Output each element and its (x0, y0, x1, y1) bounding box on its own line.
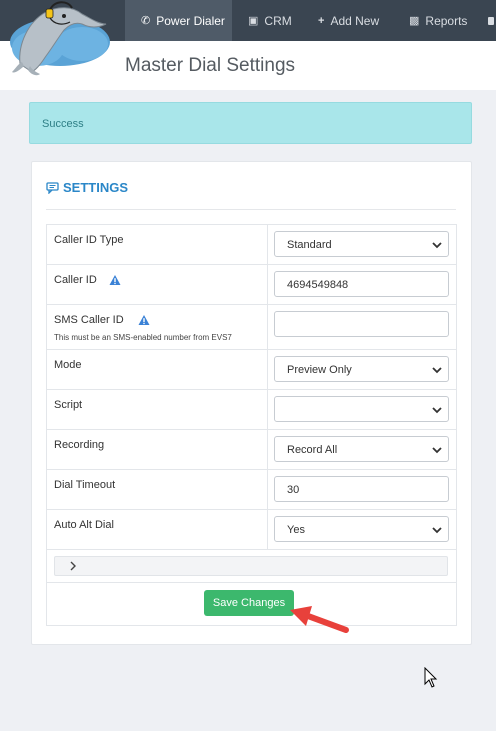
row-dial-timeout: Dial Timeout 30 (47, 470, 456, 510)
book-icon: ▣ (248, 15, 259, 27)
chevron-down-icon (432, 367, 442, 374)
annotation-arrow-icon (290, 606, 349, 633)
nav-label: Power Dialer (156, 13, 225, 28)
plus-icon: + (318, 14, 325, 27)
settings-table: Caller ID Type Standard Caller ID 469454… (46, 224, 457, 626)
row-label: Auto Alt Dial (54, 519, 114, 531)
sms-caller-id-input[interactable] (274, 311, 449, 337)
caller-id-type-select[interactable]: Standard (274, 231, 449, 257)
row-caller-id-type: Caller ID Type Standard (47, 225, 456, 265)
row-expander (47, 550, 456, 583)
row-save: Save Changes (47, 583, 456, 626)
warning-icon[interactable] (138, 314, 150, 326)
row-label: Dial Timeout (54, 479, 116, 491)
auto-alt-dial-select[interactable]: Yes (274, 516, 449, 542)
nav-label: Reports (425, 13, 468, 28)
chevron-right-icon (70, 561, 76, 571)
save-changes-button[interactable]: Save Changes (204, 590, 294, 616)
nav-crm[interactable]: ▣ CRM (248, 0, 292, 41)
chevron-down-icon (432, 527, 442, 534)
page-title: Master Dial Settings (125, 55, 296, 76)
mouse-cursor-icon (424, 667, 438, 688)
row-label: Mode (54, 359, 82, 371)
row-sms-caller-id: SMS Caller ID This must be an SMS-enable… (47, 305, 456, 350)
row-label: Caller ID (54, 274, 97, 286)
nav-add-new[interactable]: + Add New (318, 0, 379, 41)
row-label: SMS Caller ID (54, 314, 124, 326)
warning-icon[interactable] (109, 274, 121, 286)
alert-text: Success (42, 118, 84, 130)
nav-reports[interactable]: ▩ Reports (409, 0, 467, 41)
mode-select[interactable]: Preview Only (274, 356, 449, 382)
phone-icon: ✆ (141, 15, 151, 27)
advanced-expander[interactable] (54, 556, 448, 576)
report-icon: ▩ (409, 15, 420, 27)
chevron-down-icon (432, 242, 442, 249)
row-label: Recording (54, 439, 105, 451)
chevron-down-icon (432, 407, 442, 414)
row-label: Script (54, 399, 83, 411)
row-caller-id: Caller ID 4694549848 (47, 265, 456, 305)
row-mode: Mode Preview Only (47, 350, 456, 390)
dolphin-logo[interactable] (2, 0, 114, 78)
comment-icon (46, 181, 59, 194)
chevron-down-icon (432, 447, 442, 454)
success-alert: Success (29, 102, 472, 144)
row-recording: Recording Record All (47, 430, 456, 470)
nav-label: CRM (264, 13, 292, 28)
caller-id-input[interactable]: 4694549848 (274, 271, 449, 297)
dial-timeout-input[interactable]: 30 (274, 476, 449, 502)
divider (46, 209, 456, 210)
nav-label: Add New (330, 13, 380, 28)
row-sublabel: This must be an SMS-enabled number from … (54, 333, 232, 342)
settings-title-text: SETTINGS (63, 180, 129, 195)
settings-title: SETTINGS (46, 180, 128, 195)
nav-power-dialer[interactable]: ✆ Power Dialer (125, 0, 232, 41)
settings-card: SETTINGS Caller ID Type Standard Caller … (31, 161, 472, 645)
script-select[interactable] (274, 396, 449, 422)
row-label: Caller ID Type (54, 234, 124, 246)
row-script: Script (47, 390, 456, 430)
nav-overflow-icon[interactable] (488, 0, 496, 41)
row-auto-alt-dial: Auto Alt Dial Yes (47, 510, 456, 550)
recording-select[interactable]: Record All (274, 436, 449, 462)
